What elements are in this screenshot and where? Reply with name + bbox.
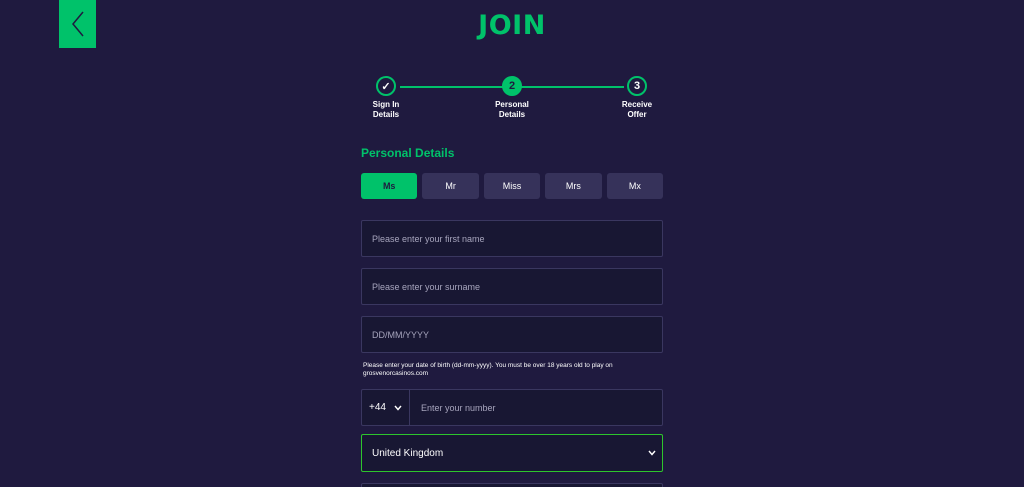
country-select[interactable]: United Kingdom bbox=[361, 434, 663, 472]
country-select-value: United Kingdom bbox=[372, 447, 444, 459]
step-check-icon: ✓ bbox=[376, 76, 396, 96]
surname-field bbox=[361, 268, 663, 305]
step-label: Details bbox=[372, 110, 400, 119]
dob-hint: Please enter your date of birth (dd-mm-y… bbox=[363, 362, 613, 377]
title-button-mrs[interactable]: Mrs bbox=[545, 173, 602, 199]
title-button-mr[interactable]: Mr bbox=[422, 173, 479, 199]
dob-input[interactable] bbox=[372, 329, 662, 340]
country-code-select[interactable]: +44 bbox=[362, 390, 410, 425]
country-code-value: +44 bbox=[369, 402, 386, 413]
title-button-miss[interactable]: Miss bbox=[483, 173, 541, 199]
title-button-mx[interactable]: Mx bbox=[606, 173, 664, 199]
step-label: Offer bbox=[627, 110, 647, 119]
surname-input[interactable] bbox=[372, 281, 662, 292]
step-number: 3 bbox=[627, 76, 647, 96]
title-selector: Ms Mr Miss Mrs Mx bbox=[361, 173, 664, 199]
title-button-ms[interactable]: Ms bbox=[361, 173, 418, 199]
step-number: 2 bbox=[502, 76, 522, 96]
chevron-down-icon bbox=[648, 450, 656, 456]
step-receive-offer: 3 Receive Offer bbox=[597, 76, 677, 120]
step-label: Receive bbox=[621, 100, 653, 109]
step-label: Sign In bbox=[372, 100, 400, 109]
dob-field bbox=[361, 316, 663, 353]
step-sign-in-details: ✓ Sign In Details bbox=[346, 76, 426, 120]
chevron-down-icon bbox=[394, 405, 402, 411]
step-label: Personal bbox=[495, 100, 529, 109]
step-label: Details bbox=[498, 110, 526, 119]
first-name-field bbox=[361, 220, 663, 257]
progress-stepper: ✓ Sign In Details 2 Personal Details 3 R… bbox=[360, 76, 664, 126]
first-name-input[interactable] bbox=[372, 233, 662, 244]
section-title: Personal Details bbox=[361, 146, 455, 160]
phone-field: +44 bbox=[361, 389, 663, 426]
phone-number-input[interactable] bbox=[421, 402, 662, 413]
next-form-field[interactable] bbox=[361, 483, 663, 487]
page-title: JOIN bbox=[478, 10, 546, 41]
step-personal-details: 2 Personal Details bbox=[472, 76, 552, 120]
